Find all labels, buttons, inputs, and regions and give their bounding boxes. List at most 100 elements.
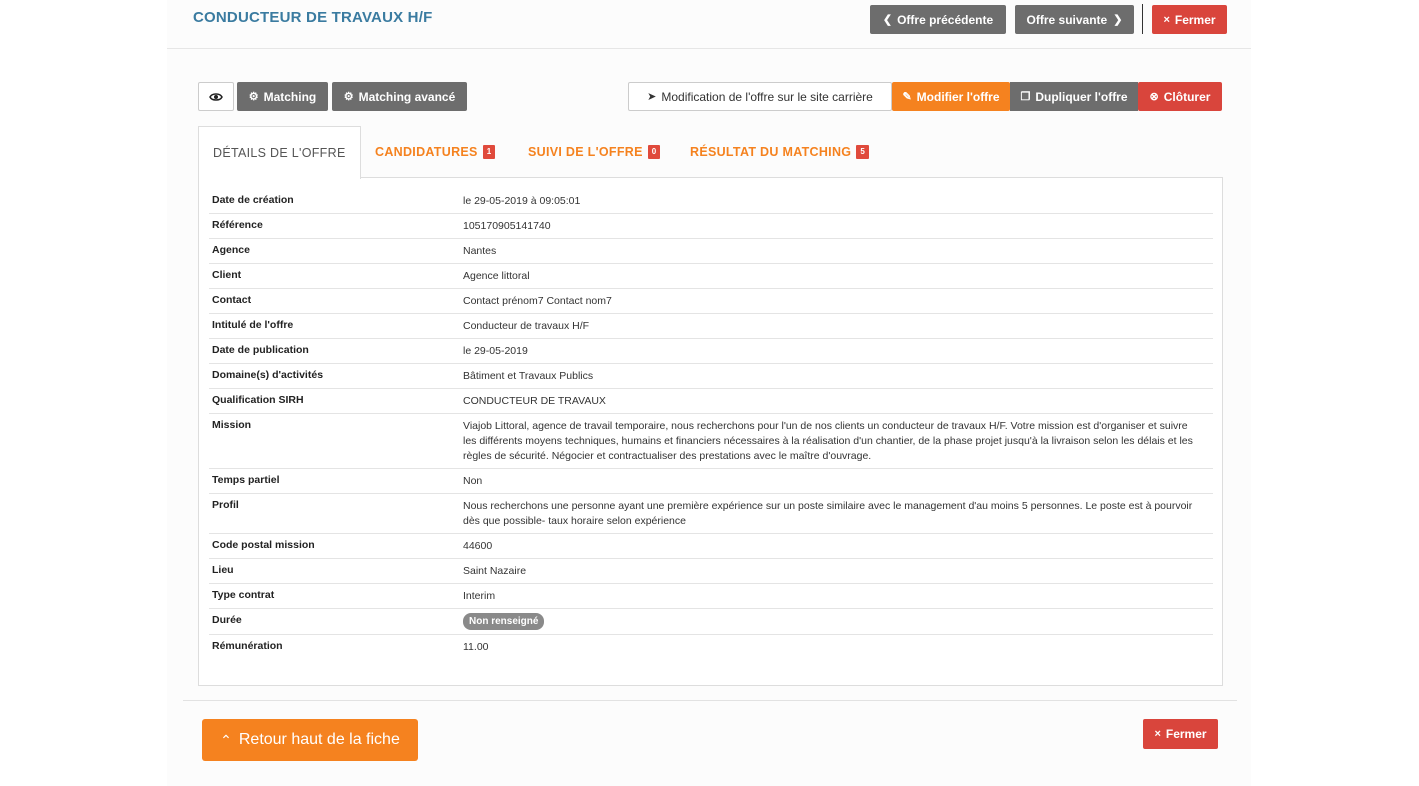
detail-row: Client Agence littoral bbox=[209, 264, 1213, 289]
detail-label: Qualification SIRH bbox=[212, 394, 304, 406]
career-site-edit-label: Modification de l'offre sur le site carr… bbox=[661, 89, 873, 104]
detail-value: 11.00 bbox=[463, 641, 489, 653]
duration-status-badge: Non renseigné bbox=[463, 613, 545, 630]
detail-label: Client bbox=[212, 269, 242, 281]
detail-value: Nantes bbox=[463, 245, 497, 257]
detail-value: 105170905141740 bbox=[463, 220, 551, 232]
detail-value: Contact prénom7 Contact nom7 bbox=[463, 295, 612, 307]
detail-value: Non bbox=[463, 475, 483, 487]
suivi-count-badge: 0 bbox=[647, 145, 661, 159]
page-title: CONDUCTEUR DE TRAVAUX H/F bbox=[193, 9, 433, 26]
close-circle-icon: ⊗ bbox=[1149, 91, 1159, 103]
detail-row: Date de publication le 29-05-2019 bbox=[209, 339, 1213, 364]
tab-details[interactable]: DÉTAILS DE L'OFFRE bbox=[198, 126, 361, 179]
close-label-bottom: Fermer bbox=[1165, 727, 1207, 741]
detail-row: Intitulé de l'offre Conducteur de travau… bbox=[209, 314, 1213, 339]
detail-label: Agence bbox=[212, 244, 250, 256]
tab-matching-result-label: RÉSULTAT DU MATCHING bbox=[690, 145, 852, 159]
offer-tabs: DÉTAILS DE L'OFFRE CANDIDATURES 1 SUIVI … bbox=[198, 126, 1222, 179]
detail-label: Code postal mission bbox=[212, 539, 315, 551]
header-divider bbox=[167, 48, 1251, 49]
tab-matching-result[interactable]: RÉSULTAT DU MATCHING 5 bbox=[690, 126, 870, 178]
eye-icon bbox=[209, 92, 223, 101]
detail-label: Type contrat bbox=[212, 589, 275, 601]
detail-value: Bâtiment et Travaux Publics bbox=[463, 370, 594, 382]
chevron-left-icon: ❮ bbox=[882, 14, 893, 26]
matching-count-badge: 5 bbox=[856, 145, 870, 159]
detail-label: Profil bbox=[212, 499, 239, 511]
matching-label: Matching bbox=[263, 89, 317, 104]
close-button-bottom[interactable]: × Fermer bbox=[1143, 719, 1218, 749]
edit-icon: ✎ bbox=[902, 91, 912, 103]
matching-button[interactable]: ⚙ Matching bbox=[237, 82, 328, 111]
close-offer-button[interactable]: ⊗ Clôturer bbox=[1138, 82, 1222, 111]
detail-value: Saint Nazaire bbox=[463, 565, 527, 577]
detail-value: Conducteur de travaux H/F bbox=[463, 320, 590, 332]
times-icon: × bbox=[1163, 13, 1170, 26]
detail-value: Nous recherchons une personne ayant une … bbox=[463, 500, 1193, 527]
close-button-top[interactable]: × Fermer bbox=[1152, 5, 1227, 34]
previous-offer-label: Offre précédente bbox=[897, 12, 994, 27]
back-to-top-button[interactable]: ⌃ Retour haut de la fiche bbox=[202, 719, 418, 761]
detail-label: Date de publication bbox=[212, 344, 309, 356]
close-label-top: Fermer bbox=[1174, 12, 1216, 27]
detail-label: Temps partiel bbox=[212, 474, 280, 486]
detail-row: Profil Nous recherchons une personne aya… bbox=[209, 494, 1213, 534]
duplicate-offer-button[interactable]: ❐ Dupliquer l'offre bbox=[1010, 82, 1138, 111]
candidatures-count-badge: 1 bbox=[482, 145, 496, 159]
gear-icon: ⚙ bbox=[248, 91, 259, 103]
footer-divider bbox=[183, 700, 1237, 701]
next-offer-button[interactable]: Offre suivante ❯ bbox=[1015, 5, 1134, 34]
copy-icon: ❐ bbox=[1020, 91, 1031, 103]
detail-label: Intitulé de l'offre bbox=[212, 319, 294, 331]
detail-label: Contact bbox=[212, 294, 252, 306]
detail-row: Date de création le 29-05-2019 à 09:05:0… bbox=[209, 189, 1213, 214]
detail-value: Non renseigné bbox=[463, 613, 1203, 630]
detail-value: Viajob Littoral, agence de travail tempo… bbox=[463, 420, 1193, 462]
chevron-right-icon: ❯ bbox=[1113, 14, 1123, 26]
detail-row: Mission Viajob Littoral, agence de trava… bbox=[209, 414, 1213, 469]
offer-details-panel: Date de création le 29-05-2019 à 09:05:0… bbox=[198, 177, 1223, 686]
detail-row: Agence Nantes bbox=[209, 239, 1213, 264]
detail-value: le 29-05-2019 à 09:05:01 bbox=[463, 195, 581, 207]
tab-candidatures-label: CANDIDATURES bbox=[375, 145, 478, 159]
tab-suivi[interactable]: SUIVI DE L'OFFRE 0 bbox=[528, 126, 661, 178]
detail-label: Mission bbox=[212, 419, 252, 431]
edit-offer-label: Modifier l'offre bbox=[916, 89, 1000, 104]
times-icon: × bbox=[1154, 728, 1161, 740]
detail-label: Référence bbox=[212, 219, 263, 231]
detail-row: Lieu Saint Nazaire bbox=[209, 559, 1213, 584]
matching-advanced-label: Matching avancé bbox=[358, 89, 456, 104]
next-offer-label: Offre suivante bbox=[1026, 12, 1108, 27]
detail-row: Référence 105170905141740 bbox=[209, 214, 1213, 239]
edit-offer-button[interactable]: ✎ Modifier l'offre bbox=[892, 82, 1010, 111]
close-offer-label: Clôturer bbox=[1163, 89, 1211, 104]
tab-details-label: DÉTAILS DE L'OFFRE bbox=[213, 146, 346, 160]
previous-offer-button[interactable]: ❮ Offre précédente bbox=[870, 5, 1006, 34]
tab-suivi-label: SUIVI DE L'OFFRE bbox=[528, 145, 643, 159]
detail-row: Code postal mission 44600 bbox=[209, 534, 1213, 559]
detail-row: Contact Contact prénom7 Contact nom7 bbox=[209, 289, 1213, 314]
detail-value: le 29-05-2019 bbox=[463, 345, 528, 357]
chevron-up-icon: ⌃ bbox=[220, 731, 232, 748]
detail-label: Lieu bbox=[212, 564, 234, 576]
detail-value: Agence littoral bbox=[463, 270, 530, 282]
detail-value: CONDUCTEUR DE TRAVAUX bbox=[463, 395, 606, 407]
detail-label: Rémunération bbox=[212, 640, 283, 652]
preview-button[interactable] bbox=[198, 82, 234, 111]
detail-row: Qualification SIRH CONDUCTEUR DE TRAVAUX bbox=[209, 389, 1213, 414]
detail-row: Durée Non renseigné bbox=[209, 609, 1213, 635]
detail-value: 44600 bbox=[463, 540, 493, 552]
header-separator bbox=[1142, 4, 1143, 34]
matching-advanced-button[interactable]: ⚙ Matching avancé bbox=[332, 82, 467, 111]
detail-label: Date de création bbox=[212, 194, 294, 206]
detail-value: Interim bbox=[463, 590, 496, 602]
gear-icon: ⚙ bbox=[343, 91, 354, 103]
detail-label: Domaine(s) d'activités bbox=[212, 369, 324, 381]
tab-candidatures[interactable]: CANDIDATURES 1 bbox=[375, 126, 496, 178]
detail-row: Temps partiel Non bbox=[209, 469, 1213, 494]
career-site-edit-button[interactable]: ➤ Modification de l'offre sur le site ca… bbox=[628, 82, 892, 111]
detail-row: Domaine(s) d'activités Bâtiment et Trava… bbox=[209, 364, 1213, 389]
duplicate-offer-label: Dupliquer l'offre bbox=[1035, 89, 1128, 104]
back-to-top-label: Retour haut de la fiche bbox=[238, 731, 400, 748]
